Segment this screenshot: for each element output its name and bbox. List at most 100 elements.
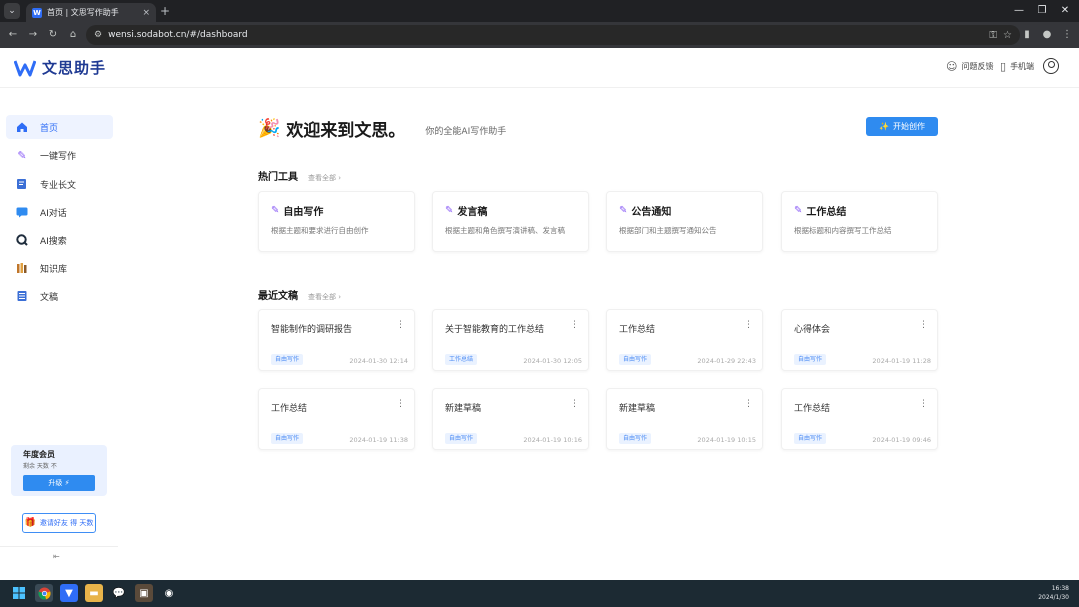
feedback-link[interactable]: ☺ 问题反馈 (946, 60, 993, 73)
folder-taskbar-icon[interactable]: ▬ (85, 584, 103, 602)
start-writing-label: 开始创作 (892, 122, 925, 131)
minimize-icon[interactable]: — (1012, 4, 1026, 18)
tool-name: 公告通知 (631, 207, 672, 218)
main-content: 🎉 欢迎来到文思。 你的全能AI写作助手 ✨ 开始创作 热门工具 查看全部 › … (118, 88, 1079, 580)
tab-title: 首页 | 文思写作助手 (47, 8, 119, 17)
app3-taskbar-icon[interactable]: ◉ (160, 584, 178, 602)
doc-card[interactable]: 心得体会 ⋮ 自由写作 2024-01-19 11:28 (781, 309, 938, 371)
tool-card-announcement[interactable]: ✎ 公告通知 根据部门和主题撰写通知公告 (606, 191, 763, 252)
hot-tools-heading: 热门工具 查看全部 › (258, 168, 341, 183)
more-options-icon[interactable]: ⋮ (570, 399, 579, 409)
window-close-icon[interactable]: ✕ (1058, 4, 1072, 18)
new-tab-button[interactable]: + (160, 4, 170, 18)
sidebar-item-long-article[interactable]: 专业长文 (6, 172, 113, 196)
forward-arrow-icon[interactable]: → (26, 28, 40, 42)
start-writing-button[interactable]: ✨ 开始创作 (866, 117, 938, 136)
system-clock[interactable]: 16:38 2024/1/30 (1038, 584, 1069, 602)
tool-card-work-summary[interactable]: ✎ 工作总结 根据标题和内容撰写工作总结 (781, 191, 938, 252)
doc-card[interactable]: 新建草稿 ⋮ 自由写作 2024-01-19 10:15 (606, 388, 763, 450)
tool-description: 根据标题和内容撰写工作总结 (794, 226, 892, 235)
tab-search-button[interactable]: ⌄ (4, 3, 20, 19)
url-text[interactable]: wensi.sodabot.cn/#/dashboard (108, 30, 983, 40)
doc-title: 关于智能教育的工作总结 (445, 325, 545, 335)
doc-title: 工作总结 (619, 325, 656, 335)
back-arrow-icon[interactable]: ← (6, 28, 20, 42)
chrome-taskbar-icon[interactable] (35, 584, 53, 602)
doc-date: 2024-01-30 12:05 (523, 357, 582, 365)
windows-start-icon[interactable] (10, 584, 28, 602)
site-info-icon[interactable]: ⚙ (94, 30, 102, 40)
hot-tools-title: 热门工具 (258, 172, 298, 183)
doc-title: 工作总结 (794, 404, 831, 414)
doc-type-tag: 自由写作 (445, 433, 478, 444)
sidebar-item-label: 文稿 (40, 292, 59, 303)
doc-type-tag: 自由写作 (271, 433, 304, 444)
sidebar: 首页 ✎ 一键写作 专业长文 AI对话 AI搜索 知识库 文稿 年度会员 剩余 … (0, 88, 118, 580)
mobile-link[interactable]: ▯ 手机端 (1000, 60, 1034, 73)
maximize-icon[interactable]: ❐ (1035, 4, 1049, 18)
recent-docs-see-all-link[interactable]: 查看全部 › (308, 292, 341, 302)
sidebar-item-knowledge-base[interactable]: 知识库 (6, 256, 113, 280)
doc-date: 2024-01-19 11:28 (872, 357, 931, 365)
sidebar-divider (0, 546, 118, 547)
address-bar[interactable]: ⚙ wensi.sodabot.cn/#/dashboard ⚿ ☆ (86, 25, 1020, 45)
doc-card[interactable]: 工作总结 ⋮ 自由写作 2024-01-19 11:38 (258, 388, 415, 450)
reload-icon[interactable]: ↻ (46, 28, 60, 42)
more-options-icon[interactable]: ⋮ (396, 320, 405, 330)
logo-text: 文思助手 (42, 59, 107, 77)
more-options-icon[interactable]: ⋮ (396, 399, 405, 409)
more-options-icon[interactable]: ⋮ (744, 399, 753, 409)
bookmark-star-icon[interactable]: ☆ (1003, 30, 1012, 41)
home-browser-icon[interactable]: ⌂ (66, 28, 80, 42)
doc-type-tag: 自由写作 (619, 433, 652, 444)
browser-tab-active[interactable]: W 首页 | 文思写作助手 × (26, 3, 156, 22)
sidepanel-icon[interactable]: ▮ (1020, 28, 1034, 42)
more-options-icon[interactable]: ⋮ (744, 320, 753, 330)
doc-card[interactable]: 工作总结 ⋮ 自由写作 2024-01-19 09:46 (781, 388, 938, 450)
file-list-icon (16, 290, 28, 302)
tab-close-icon[interactable]: × (142, 8, 150, 18)
tool-card-speech[interactable]: ✎ 发言稿 根据主题和角色撰写演讲稿、发言稿 (432, 191, 589, 252)
pen-icon: ✎ (794, 205, 803, 216)
more-options-icon[interactable]: ⋮ (919, 399, 928, 409)
app-logo[interactable]: 文思助手 (14, 57, 106, 78)
wechat-taskbar-icon[interactable]: 💬 (110, 584, 128, 602)
user-avatar[interactable] (1043, 58, 1059, 74)
sidebar-item-label: AI搜索 (40, 236, 67, 247)
clock-time: 16:38 (1051, 585, 1069, 592)
collapse-sidebar-icon[interactable]: ⇤ (53, 552, 60, 561)
doc-card[interactable]: 新建草稿 ⋮ 自由写作 2024-01-19 10:16 (432, 388, 589, 450)
app-taskbar-icon[interactable]: ▼ (60, 584, 78, 602)
recent-docs-title: 最近文稿 (258, 291, 298, 302)
search-icon (16, 234, 28, 246)
tool-description: 根据主题和角色撰写演讲稿、发言稿 (445, 226, 565, 235)
doc-title: 智能制作的调研报告 (271, 325, 353, 335)
profile-icon[interactable]: ● (1040, 28, 1054, 42)
doc-date: 2024-01-29 22:43 (697, 357, 756, 365)
key-icon[interactable]: ⚿ (989, 30, 997, 41)
app2-taskbar-icon[interactable]: ▣ (135, 584, 153, 602)
upgrade-button[interactable]: 升级 ⚡ (23, 475, 95, 491)
phone-icon: ▯ (1000, 60, 1007, 73)
app-header: 文思助手 ☺ 问题反馈 ▯ 手机端 (0, 48, 1079, 88)
pen-icon: ✎ (17, 148, 27, 162)
doc-card[interactable]: 工作总结 ⋮ 自由写作 2024-01-29 22:43 (606, 309, 763, 371)
doc-title: 工作总结 (271, 404, 308, 414)
tool-card-free-writing[interactable]: ✎ 自由写作 根据主题和要求进行自由创作 (258, 191, 415, 252)
sidebar-item-quick-write[interactable]: ✎ 一键写作 (6, 143, 113, 167)
more-options-icon[interactable]: ⋮ (919, 320, 928, 330)
pen-icon: ✎ (619, 205, 628, 216)
sidebar-item-home[interactable]: 首页 (6, 115, 113, 139)
sidebar-item-label: 专业长文 (40, 180, 77, 191)
browser-tabstrip: ⌄ W 首页 | 文思写作助手 × + — ❐ ✕ (0, 0, 1079, 22)
doc-card[interactable]: 关于智能教育的工作总结 ⋮ 工作总结 2024-01-30 12:05 (432, 309, 589, 371)
invite-friends-button[interactable]: 🎁 邀请好友 得 天数 (22, 513, 96, 533)
sidebar-item-drafts[interactable]: 文稿 (6, 284, 113, 308)
hot-tools-see-all-link[interactable]: 查看全部 › (308, 173, 341, 183)
more-options-icon[interactable]: ⋮ (570, 320, 579, 330)
doc-card[interactable]: 智能制作的调研报告 ⋮ 自由写作 2024-01-30 12:14 (258, 309, 415, 371)
sidebar-item-ai-chat[interactable]: AI对话 (6, 200, 113, 224)
feedback-icon: ☺ (946, 60, 958, 73)
sidebar-item-ai-search[interactable]: AI搜索 (6, 228, 113, 252)
browser-menu-icon[interactable]: ⋮ (1060, 28, 1074, 42)
